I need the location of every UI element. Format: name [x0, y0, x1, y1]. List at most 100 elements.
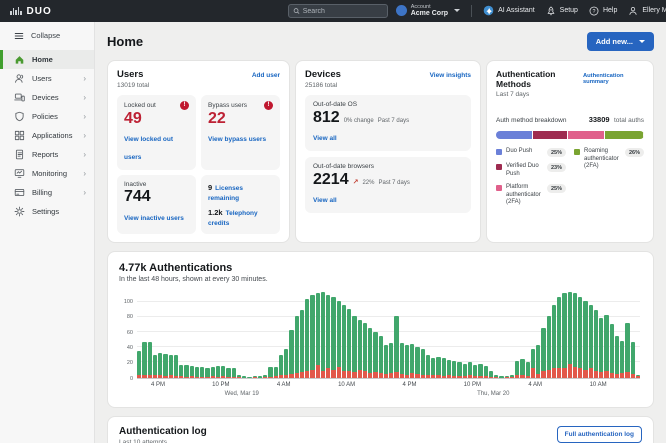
chart-bar[interactable] — [284, 349, 288, 378]
help-button[interactable]: ? Help — [589, 6, 617, 16]
chart-bar[interactable] — [263, 375, 267, 378]
sidebar-item-settings[interactable]: Settings — [0, 202, 94, 221]
chart-bar[interactable] — [473, 365, 477, 377]
chart-bar[interactable] — [163, 354, 167, 378]
chart-bar[interactable] — [541, 328, 545, 378]
chart-bar[interactable] — [421, 349, 425, 378]
duo-logo[interactable]: DUO — [10, 6, 52, 17]
chart-bar[interactable] — [426, 355, 430, 378]
chart-bar[interactable] — [505, 376, 509, 378]
chart-bar[interactable] — [510, 375, 514, 377]
view-inactive-users-link[interactable]: View inactive users — [124, 215, 184, 222]
chart-bar[interactable] — [410, 344, 414, 378]
chart-bar[interactable] — [615, 336, 619, 378]
full-authentication-log-button[interactable]: Full authentication log — [557, 426, 642, 443]
sidebar-item-devices[interactable]: Devices› — [0, 88, 94, 107]
chart-bar[interactable] — [153, 355, 157, 378]
chart-bar[interactable] — [268, 367, 272, 378]
chart-bar[interactable] — [610, 324, 614, 378]
chart-bar[interactable] — [216, 366, 220, 377]
chart-bar[interactable] — [179, 365, 183, 378]
chart-bar[interactable] — [310, 295, 314, 378]
chart-bar[interactable] — [442, 358, 446, 377]
chart-bar[interactable] — [373, 332, 377, 378]
chart-bar[interactable] — [384, 345, 388, 377]
chart-bar[interactable] — [536, 345, 540, 377]
chart-bar[interactable] — [625, 323, 629, 378]
chart-bar[interactable] — [326, 295, 330, 378]
sidebar-item-users[interactable]: Users› — [0, 69, 94, 88]
chart-bar[interactable] — [331, 297, 335, 377]
chart-bar[interactable] — [594, 310, 598, 377]
chart-bar[interactable] — [583, 301, 587, 378]
view-locked-out-users-link[interactable]: View locked out users — [124, 136, 173, 161]
chart-bar[interactable] — [604, 315, 608, 378]
chart-bar[interactable] — [631, 342, 635, 377]
chart-bar[interactable] — [468, 362, 472, 377]
view-all-browsers-link[interactable]: View all — [313, 197, 337, 204]
chart-bar[interactable] — [452, 361, 456, 378]
authentication-summary-link[interactable]: Authentication summary — [583, 73, 644, 85]
chart-bar[interactable] — [363, 323, 367, 378]
chart-bar[interactable] — [289, 330, 293, 377]
chart-bar[interactable] — [148, 342, 152, 378]
chart-bar[interactable] — [158, 353, 162, 377]
chart-bar[interactable] — [552, 305, 556, 378]
view-insights-link[interactable]: View insights — [430, 72, 471, 79]
sidebar-item-home[interactable]: Home — [0, 50, 94, 69]
chart-bar[interactable] — [300, 310, 304, 377]
chart-bar[interactable] — [447, 360, 451, 378]
user-menu[interactable]: Ellery Munson — [628, 6, 666, 16]
chart-bar[interactable] — [247, 377, 251, 378]
chart-bar[interactable] — [232, 368, 236, 377]
chart-bar[interactable] — [316, 293, 320, 377]
chart-bar[interactable] — [174, 355, 178, 378]
chart-bar[interactable] — [568, 292, 572, 378]
chart-bar[interactable] — [321, 292, 325, 378]
search-input[interactable] — [303, 8, 383, 15]
chart-bar[interactable] — [578, 297, 582, 377]
chart-bar[interactable] — [431, 358, 435, 377]
chart-bar[interactable] — [169, 355, 173, 378]
chart-bar[interactable] — [389, 343, 393, 377]
chart-bar[interactable] — [484, 366, 488, 377]
chart-bar[interactable] — [499, 376, 503, 378]
chart-bar[interactable] — [358, 320, 362, 377]
account-switcher[interactable]: Account Acme Corp — [396, 4, 460, 18]
search-box[interactable] — [288, 4, 388, 18]
add-user-link[interactable]: Add user — [252, 72, 280, 79]
chart-bar[interactable] — [589, 305, 593, 378]
chart-bar[interactable] — [184, 365, 188, 377]
licenses-remaining-link[interactable]: Licenses remaining — [208, 185, 243, 202]
chart-bar[interactable] — [295, 316, 299, 377]
sidebar-item-policies[interactable]: Policies› — [0, 107, 94, 126]
chart-bar[interactable] — [352, 316, 356, 377]
view-all-os-link[interactable]: View all — [313, 135, 337, 142]
sidebar-item-reports[interactable]: Reports› — [0, 145, 94, 164]
chart-bar[interactable] — [137, 351, 141, 378]
chart-bar[interactable] — [515, 361, 519, 378]
chart-bar[interactable] — [636, 375, 640, 377]
chart-bar[interactable] — [526, 362, 530, 377]
chart-bar[interactable] — [253, 376, 257, 378]
chart-bar[interactable] — [547, 316, 551, 377]
chart-bar[interactable] — [342, 305, 346, 378]
chart-bar[interactable] — [279, 355, 283, 378]
chart-bar[interactable] — [274, 367, 278, 378]
chart-bar[interactable] — [394, 316, 398, 377]
sidebar-item-billing[interactable]: Billing› — [0, 183, 94, 202]
chart-bar[interactable] — [531, 349, 535, 378]
chart-bar[interactable] — [415, 347, 419, 378]
sidebar-collapse-button[interactable]: Collapse — [0, 26, 94, 45]
chart-bar[interactable] — [211, 367, 215, 378]
chart-bar[interactable] — [478, 364, 482, 378]
chart-bar[interactable] — [457, 362, 461, 377]
chart-bar[interactable] — [494, 375, 498, 377]
chart-bar[interactable] — [221, 366, 225, 377]
chart-bar[interactable] — [190, 366, 194, 377]
chart-bar[interactable] — [337, 301, 341, 378]
chart-bar[interactable] — [620, 341, 624, 378]
ai-assistant-button[interactable]: AI Assistant — [483, 5, 535, 16]
sidebar-item-monitoring[interactable]: Monitoring› — [0, 164, 94, 183]
setup-button[interactable]: Setup — [546, 6, 578, 16]
